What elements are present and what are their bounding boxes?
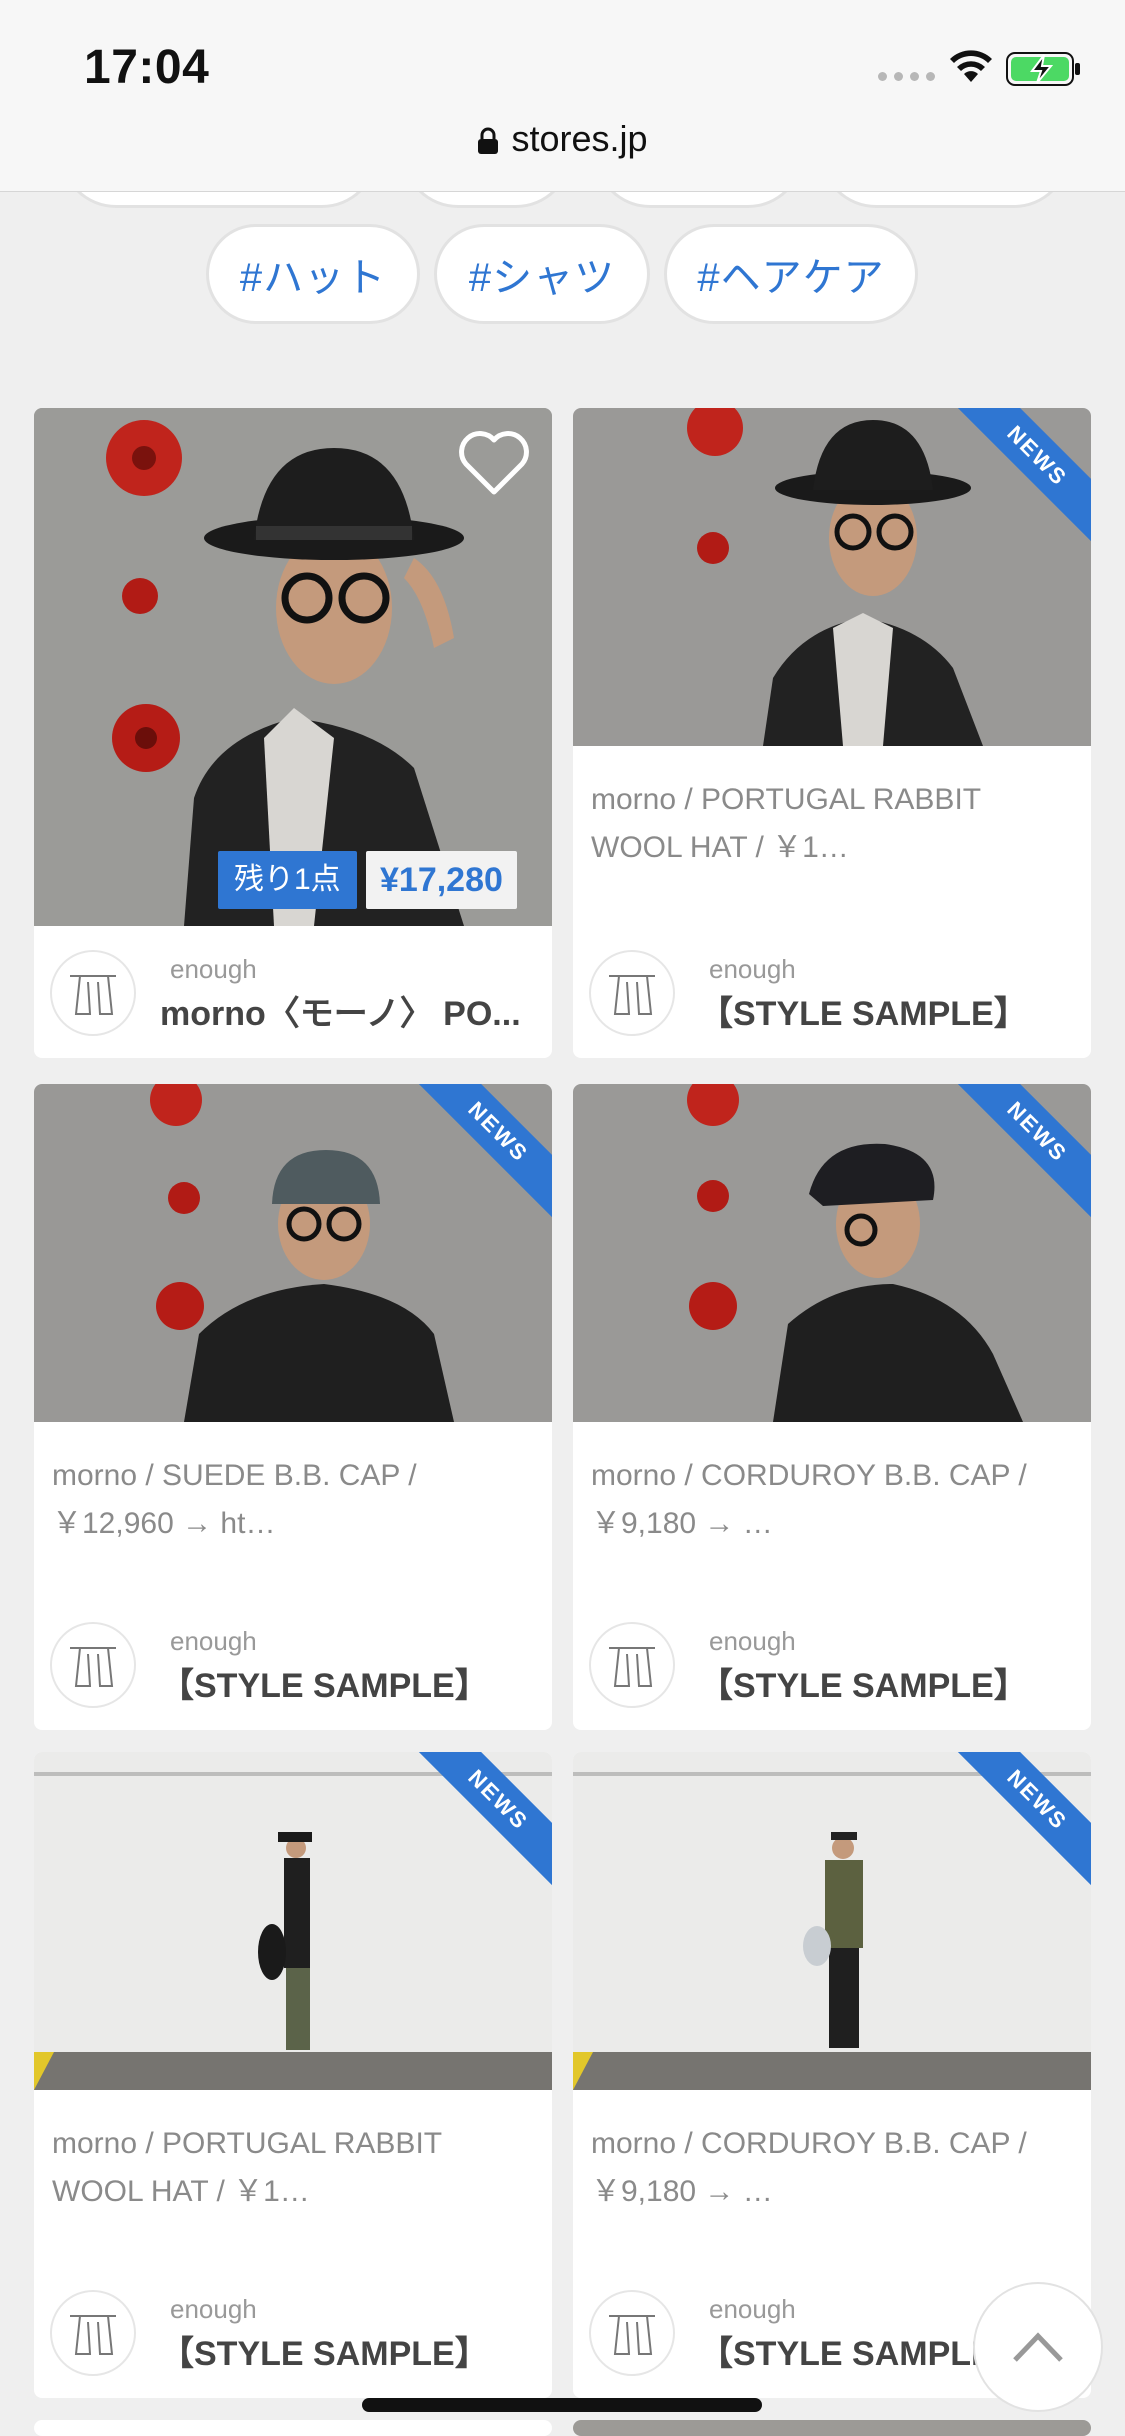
tag-chip-haircare[interactable]: #ヘアケア	[664, 224, 918, 324]
news-description: morno / PORTUGAL RABBIT WOOL HAT / ￥1…	[591, 783, 981, 864]
shop-name: enough	[170, 954, 257, 984]
product-title: morno〈モーノ〉 PO...	[160, 995, 521, 1033]
home-indicator[interactable]	[362, 2398, 762, 2412]
chevron-up-icon	[1013, 2332, 1063, 2362]
shop-info[interactable]: enough 【STYLE SAMPLE】	[50, 2290, 540, 2376]
address-bar[interactable]: stores.jp	[0, 118, 1125, 160]
shop-info[interactable]: enough 【STYLE SAMPLE】	[50, 1622, 540, 1708]
battery-charging-icon	[1006, 52, 1080, 86]
shop-avatar	[50, 1622, 136, 1708]
news-card[interactable]: NEWS morno / PORTUGAL RABBIT WOOL HAT / …	[573, 408, 1091, 1058]
news-title: 【STYLE SAMPLE】	[160, 1667, 489, 1705]
news-card[interactable]: NEWS morno / PORTUGAL RABBIT WOOL HAT / …	[34, 1752, 552, 2398]
shop-info[interactable]: enough 【STYLE SAMPLE】	[589, 950, 1079, 1036]
tag-chip-shirt[interactable]: #シャツ	[434, 224, 650, 324]
status-time: 17:04	[84, 41, 210, 94]
news-card-partial[interactable]	[573, 2420, 1091, 2436]
favorite-heart-icon[interactable]	[456, 428, 532, 498]
news-title: 【STYLE SAMPLE】	[160, 2335, 489, 2373]
shop-avatar	[589, 1622, 675, 1708]
news-description: morno / PORTUGAL RABBIT WOOL HAT / ￥1…	[52, 2127, 442, 2208]
shop-name: enough	[170, 1626, 257, 1656]
tag-chip-hat[interactable]: #ハット	[206, 224, 420, 324]
news-title: 【STYLE SAMPLE】	[699, 995, 1028, 1033]
shop-avatar	[589, 2290, 675, 2376]
shop-info[interactable]: enough 【STYLE SAMPLE】	[589, 1622, 1079, 1708]
shop-avatar	[50, 2290, 136, 2376]
news-card[interactable]: NEWS morno / SUEDE B.B. CAP / ￥12,960 → …	[34, 1084, 552, 1730]
shop-name: enough	[709, 2294, 796, 2324]
news-card-partial[interactable]	[34, 2420, 552, 2436]
lock-icon	[478, 128, 499, 155]
url-text: stores.jp	[511, 118, 648, 159]
news-card[interactable]: NEWS morno / CORDUROY B.B. CAP / ￥9,180 …	[573, 1084, 1091, 1730]
news-description: morno / CORDUROY B.B. CAP / ￥9,180 → …	[591, 1459, 1027, 1540]
cellular-signal-icon	[878, 72, 935, 81]
shop-name: enough	[170, 2294, 257, 2324]
news-description: morno / SUEDE B.B. CAP / ￥12,960 → ht…	[52, 1459, 417, 1540]
shop-name: enough	[709, 954, 796, 984]
product-card[interactable]: 残り1点 ¥17,280 enough morno〈モーノ〉 PO...	[34, 408, 552, 1058]
browser-top-bar: 17:04 stores.jp	[0, 0, 1125, 192]
stock-badge: 残り1点	[218, 851, 357, 909]
shop-avatar	[589, 950, 675, 1036]
shop-name: enough	[709, 1626, 796, 1656]
wifi-icon	[950, 50, 992, 82]
shop-info[interactable]: enough morno〈モーノ〉 PO...	[50, 950, 540, 1036]
price-badge: ¥17,280	[366, 851, 517, 909]
scroll-to-top-button[interactable]	[973, 2282, 1103, 2412]
shop-avatar	[50, 950, 136, 1036]
news-title: 【STYLE SAMPLE】	[699, 1667, 1028, 1705]
news-description: morno / CORDUROY B.B. CAP / ￥9,180 → …	[591, 2127, 1027, 2208]
